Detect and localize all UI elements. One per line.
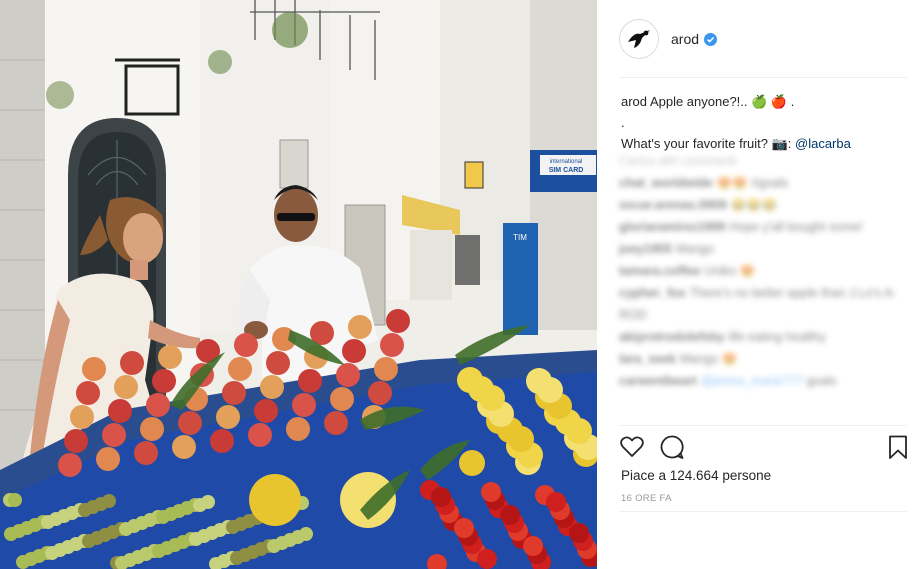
caption-line-2: .: [621, 115, 625, 130]
comment-username[interactable]: akiprotrodolefsby: [619, 330, 725, 344]
post-side-panel: arod arod Apple anyone?!.. 🍏 🍎 . . What'…: [597, 0, 915, 569]
comment-text: Uniko 😍: [704, 264, 756, 278]
comment-item: carwentbeart @jenna_marie777 goals: [619, 370, 905, 392]
caption-mention-link[interactable]: @lacarba: [795, 136, 851, 151]
comment-text: 😍😍 #goals: [716, 176, 789, 190]
comment-item: joey1955 Mango: [619, 238, 905, 260]
caption-line-1: Apple anyone?!.. 🍏 🍎 .: [649, 94, 795, 109]
comment-text: life eating healthy: [728, 330, 826, 344]
sim-sign-top: international: [550, 159, 583, 165]
comment-username[interactable]: carwentbeart: [619, 374, 697, 388]
comment-item: oscar.arenas.0909 😂😂😂: [619, 194, 905, 216]
comment-item: gloriaramirez1999 Hope y'all bought some!: [619, 216, 905, 238]
avatar[interactable]: [619, 19, 659, 59]
post-username[interactable]: arod: [671, 31, 699, 47]
comment-item: lara_seek Mango 😍: [619, 348, 905, 370]
street-market-scene: international SIM CARD TIM: [0, 0, 597, 569]
comment-username[interactable]: gloriaramirez1999: [619, 220, 725, 234]
heart-icon[interactable]: [619, 434, 645, 460]
caption-line-3: What's your favorite fruit? 📷:: [621, 136, 796, 151]
comment-text: 😂😂😂: [730, 198, 778, 212]
post-header: arod: [619, 18, 718, 60]
comments-list: Carica altri commenti chat_worldwide 😍😍 #…: [619, 150, 905, 392]
sim-sign-bottom: SIM CARD: [549, 167, 584, 174]
comment-text: Mango: [675, 242, 715, 256]
comment-text: goals: [803, 374, 837, 388]
arod-logo-icon: [628, 30, 650, 48]
post-caption: arod Apple anyone?!.. 🍏 🍎 . . What's you…: [621, 91, 901, 154]
comment-item: cypher_fox There's no better apple than J…: [619, 282, 905, 326]
load-more-comments[interactable]: Carica altri commenti: [619, 150, 905, 172]
post-actions: [619, 434, 911, 460]
comment-username[interactable]: chat_worldwide: [619, 176, 713, 190]
post-photo[interactable]: international SIM CARD TIM: [0, 0, 597, 569]
comment-icon[interactable]: [659, 434, 685, 460]
comment-text: Mango 😍: [680, 352, 738, 366]
header-divider: [619, 77, 907, 78]
post-timestamp[interactable]: 16 ORE FA: [621, 493, 672, 504]
comment-username[interactable]: lara_seek: [619, 352, 676, 366]
verified-badge-icon: [704, 32, 718, 46]
comment-username[interactable]: oscar.arenas.0909: [619, 198, 727, 212]
comment-username[interactable]: joey1955: [619, 242, 672, 256]
bookmark-icon[interactable]: [885, 434, 911, 460]
comment-item: chat_worldwide 😍😍 #goals: [619, 172, 905, 194]
comment-item: akiprotrodolefsby life eating healthy: [619, 326, 905, 348]
footer-divider: [619, 511, 907, 512]
comment-username[interactable]: cypher_fox: [619, 286, 686, 300]
comment-username[interactable]: tamara.coffee: [619, 264, 700, 278]
actions-divider: [619, 425, 907, 426]
caption-username[interactable]: arod: [621, 94, 647, 109]
tim-sign: TIM: [513, 233, 527, 242]
comment-item: tamara.coffee Uniko 😍: [619, 260, 905, 282]
comment-text: Hope y'all bought some!: [729, 220, 864, 234]
comment-mention[interactable]: @jenna_marie777: [701, 374, 803, 388]
likes-count[interactable]: Piace a 124.664 persone: [621, 468, 771, 483]
